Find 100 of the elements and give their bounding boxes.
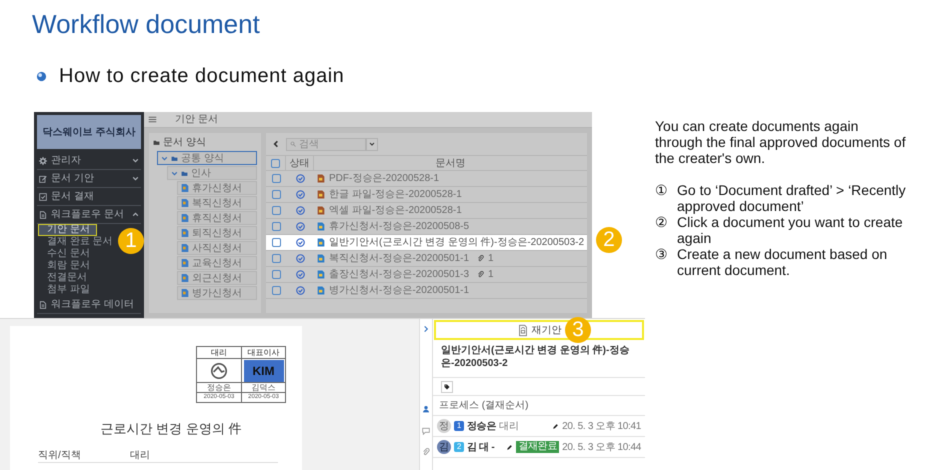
avatar: 정 — [437, 419, 451, 433]
bullet-icon — [36, 70, 47, 82]
slide-title: Workflow document — [32, 8, 261, 40]
checkbox[interactable] — [272, 190, 280, 199]
sidebar-icon — [39, 300, 47, 308]
tree-item[interactable]: 휴가신청서 — [177, 181, 257, 195]
column-header: 상태 — [290, 156, 310, 170]
person-icon[interactable] — [422, 405, 430, 413]
sidebar-icon — [39, 192, 47, 200]
checkbox[interactable] — [272, 286, 280, 295]
file-icon — [317, 270, 325, 279]
tree-item[interactable]: 교육신청서 — [177, 256, 257, 270]
checkbox[interactable] — [271, 158, 280, 168]
submenu-item[interactable]: 기안 문서 — [38, 224, 97, 236]
step-text: Click a document you want to create again — [677, 214, 904, 246]
table-cell-text: 병가신청서-정승은-20200501-1 — [329, 284, 470, 298]
step-text: Create a new document based on current document. — [677, 246, 888, 278]
file-icon — [317, 254, 325, 263]
submenu-item[interactable]: 회람 문서 — [38, 260, 96, 272]
chevron-right-icon[interactable] — [422, 325, 430, 333]
check-circle-icon — [296, 270, 304, 279]
page-title: 기안 문서 — [175, 113, 218, 127]
intro-text: You can create documents again through the final approved documents of the creater's own. — [655, 118, 907, 166]
approver-name: 김 대 - — [467, 440, 494, 454]
document-icon — [516, 324, 528, 336]
table-cell-text: 일반기안서(근로시간 변경 운영의 件)-정승은-20200503-2 — [329, 236, 584, 250]
submenu-item[interactable]: 전결문서 — [38, 272, 93, 284]
folder-icon — [181, 170, 188, 176]
file-icon — [317, 190, 325, 199]
dropdown-button[interactable] — [366, 138, 378, 150]
tree-item[interactable]: 휴직신청서 — [177, 211, 257, 225]
title-field[interactable]: 일반기안서(근로시간 변경 운영의 件)-정승은-20200503-2 — [433, 340, 645, 378]
back-icon[interactable] — [272, 140, 280, 148]
column-header: 문서명 — [436, 156, 466, 170]
document-row[interactable]: PDF-정승은-20200528-1 — [266, 171, 587, 187]
submenu-item[interactable]: 수신 문서 — [38, 248, 96, 260]
tree-item[interactable]: 외근신청서 — [177, 271, 257, 285]
step-marker: ③ — [655, 246, 669, 264]
file-icon — [317, 238, 325, 247]
table-cell-text: PDF-정승은-20200528-1 — [329, 172, 440, 186]
section-heading: How to create document again — [59, 64, 344, 89]
checkbox[interactable] — [272, 206, 280, 215]
tree-item[interactable]: 인사 — [167, 166, 257, 180]
submenu-item[interactable]: 결재 완료 문서 — [38, 236, 119, 248]
sidebar-icon — [39, 156, 47, 164]
menu-icon[interactable] — [148, 115, 157, 124]
status-badge: 결재완료 — [516, 441, 560, 453]
checkbox[interactable] — [272, 238, 280, 247]
table-cell-text: 휴가신청서-정승은-20200508-5 — [329, 220, 470, 234]
field-label: 직위/직책 — [38, 448, 82, 462]
submenu-item[interactable]: 첨부 파일 — [38, 284, 96, 296]
check-circle-icon — [296, 222, 304, 231]
paperclip-icon — [477, 255, 484, 262]
approval-time: 20. 5. 3 오후 10:44 — [562, 440, 641, 454]
search-input[interactable]: 검색 — [299, 138, 359, 150]
attachment-count: 1 — [488, 252, 494, 266]
folder-icon — [153, 138, 160, 146]
document-row[interactable]: 한글 파일-정승은-20200528-1 — [266, 187, 587, 203]
document-row[interactable]: 출장신청서-정승은-20200501-3 1 — [266, 267, 587, 283]
section-label: 프로세스 (결재순서) — [439, 399, 528, 413]
tree-item[interactable]: 공통 양식 — [157, 151, 257, 165]
tree-item[interactable]: 사직신청서 — [177, 241, 257, 255]
sidebar-item[interactable]: 워크플로우 데이터 — [37, 296, 141, 314]
tag-button[interactable] — [441, 380, 453, 392]
form-file-icon — [181, 289, 189, 297]
step-number-marker: 3 — [565, 317, 591, 343]
tag-icon — [444, 384, 450, 390]
tree-item[interactable]: 퇴직신청서 — [177, 226, 257, 240]
table-cell-text: 출장신청서-정승은-20200501-3 — [329, 268, 470, 282]
stamp-role: 대표이사 — [242, 347, 285, 359]
sidebar-item[interactable]: 관리자 — [37, 152, 141, 170]
form-file-icon — [181, 199, 189, 207]
tree-item[interactable]: 복직신청서 — [177, 196, 257, 210]
step-marker: ② — [655, 214, 669, 232]
paperclip-icon[interactable] — [422, 448, 430, 456]
checkbox[interactable] — [272, 222, 280, 231]
document-row[interactable]: 일반기안서(근로시간 변경 운영의 件)-정승은-20200503-2 — [266, 235, 587, 251]
chat-icon[interactable] — [422, 427, 430, 435]
sidebar-item[interactable]: 문서 기안 — [37, 170, 141, 188]
checkbox[interactable] — [272, 174, 280, 183]
stamp-name: 김덕스 — [242, 383, 285, 393]
document-row[interactable]: 엑셀 파일-정승은-20200528-1 — [266, 203, 587, 219]
company-name: 닥스웨이브 주식회사 — [42, 126, 136, 140]
avatar: 김 — [437, 440, 451, 454]
form-file-icon — [181, 244, 189, 252]
tree-item[interactable]: 병가신청서 — [177, 286, 257, 300]
field-value: 대리 — [130, 448, 150, 462]
stamp-name: 정승은 — [197, 383, 241, 393]
approval-time: 20. 5. 3 오후 10:41 — [562, 420, 641, 434]
checkbox[interactable] — [272, 254, 280, 263]
file-icon — [317, 286, 325, 295]
checkbox[interactable] — [272, 270, 280, 279]
approver-name: 정승은 — [467, 420, 496, 434]
sidebar-item[interactable]: 문서 결재 — [37, 188, 141, 206]
document-row[interactable]: 복직신청서-정승은-20200501-1 1 — [266, 251, 587, 267]
step-text: Go to ‘Document drafted’ > ‘Recently approved document’ — [677, 182, 907, 214]
document-row[interactable]: 병가신청서-정승은-20200501-1 — [266, 283, 587, 299]
search-field[interactable]: 검색 — [286, 138, 366, 150]
folder-icon — [171, 154, 178, 162]
file-icon — [317, 206, 325, 215]
